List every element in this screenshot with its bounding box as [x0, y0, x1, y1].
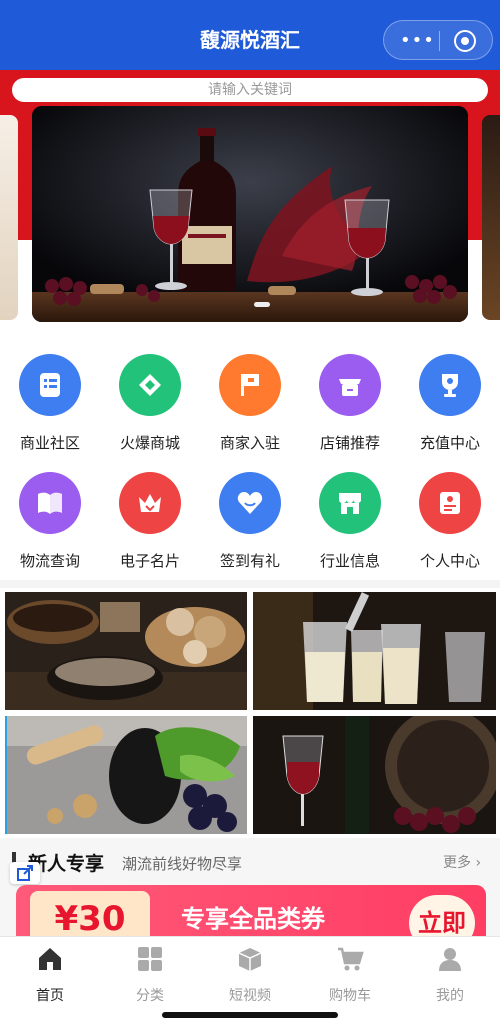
- tab-label: 我的: [436, 988, 464, 1004]
- home-indicator: [162, 1012, 338, 1018]
- book-icon: [19, 472, 81, 534]
- promo-image-grid: [0, 588, 500, 838]
- carousel-indicator: [254, 302, 270, 307]
- promo-image-mushrooms[interactable]: [5, 592, 247, 710]
- grid-item-ecard[interactable]: 电子名片: [100, 458, 200, 570]
- grid-item-label: 个人中心: [419, 552, 480, 570]
- tab-mine[interactable]: 我的: [400, 945, 500, 1005]
- more-dots-icon[interactable]: •••: [400, 32, 435, 50]
- grid-item-merchant-join[interactable]: 商家入驻: [200, 340, 300, 452]
- video-box-icon: [238, 948, 262, 971]
- crown-icon: [119, 472, 181, 534]
- grid-item-shop-recommend[interactable]: 店铺推荐: [300, 340, 400, 452]
- cart-icon: [338, 947, 364, 971]
- trophy-icon: [419, 354, 481, 416]
- capsule-divider: [439, 31, 440, 51]
- carousel-prev-card[interactable]: [0, 115, 18, 320]
- grid-item-industry-info[interactable]: 行业信息: [300, 458, 400, 570]
- home-icon: [39, 948, 61, 970]
- tab-label: 购物车: [329, 988, 371, 1004]
- tag-icon: [119, 354, 181, 416]
- function-grid: 商业社区 火爆商城 商家入驻 店铺推荐 充值中心 物流查询 电子名片 签到有礼 …: [0, 340, 500, 580]
- user-icon: [439, 948, 461, 971]
- grid-item-checkin[interactable]: 签到有礼: [200, 458, 300, 570]
- search-input[interactable]: 请输入关键词: [12, 78, 488, 102]
- tab-label: 首页: [36, 988, 64, 1004]
- grid-item-label: 行业信息: [319, 552, 380, 570]
- grid-item-label: 充值中心: [419, 434, 480, 452]
- section-subtitle: 潮流前线好物尽享: [122, 855, 243, 873]
- flag-icon: [219, 354, 281, 416]
- grid-item-profile[interactable]: 个人中心: [400, 458, 500, 570]
- promo-image-champagne[interactable]: [253, 592, 496, 710]
- tab-home[interactable]: 首页: [0, 945, 100, 1005]
- more-link[interactable]: 更多 ›: [443, 852, 481, 872]
- grid-item-label: 店铺推荐: [319, 434, 380, 452]
- grid-item-label: 火爆商城: [119, 434, 180, 452]
- heart-icon: [219, 472, 281, 534]
- store-icon: [319, 472, 381, 534]
- carousel-next-card[interactable]: [482, 115, 500, 320]
- tab-short-video[interactable]: 短视频: [200, 945, 300, 1005]
- grid-item-recharge[interactable]: 充值中心: [400, 340, 500, 452]
- external-link-button[interactable]: [10, 862, 40, 884]
- tab-label: 分类: [136, 988, 164, 1004]
- grid-item-community[interactable]: 商业社区: [0, 340, 100, 452]
- target-circle-icon[interactable]: [454, 30, 476, 52]
- profile-card-icon: [419, 472, 481, 534]
- grid-item-label: 物流查询: [19, 552, 80, 570]
- category-grid-icon: [138, 947, 162, 971]
- tab-cart[interactable]: 购物车: [300, 945, 400, 1005]
- grid-item-mall[interactable]: 火爆商城: [100, 340, 200, 452]
- external-link-icon: [17, 865, 33, 881]
- app-header: 馥源悦酒汇 •••: [0, 0, 500, 70]
- grid-item-logistics[interactable]: 物流查询: [0, 458, 100, 570]
- grid-item-label: 商家入驻: [219, 434, 280, 452]
- coupon-text: 专享全品类券: [181, 905, 325, 933]
- hero-banner-image[interactable]: [32, 106, 468, 322]
- shop-icon: [319, 354, 381, 416]
- community-doc-icon: [19, 354, 81, 416]
- promo-image-red-wine[interactable]: [253, 716, 496, 834]
- promo-image-grapes[interactable]: [5, 716, 247, 834]
- mini-program-capsule[interactable]: •••: [383, 20, 493, 60]
- tab-category[interactable]: 分类: [100, 945, 200, 1005]
- grid-item-label: 电子名片: [119, 552, 180, 570]
- tab-label: 短视频: [229, 988, 271, 1004]
- grid-item-label: 商业社区: [19, 434, 80, 452]
- grid-item-label: 签到有礼: [219, 552, 280, 570]
